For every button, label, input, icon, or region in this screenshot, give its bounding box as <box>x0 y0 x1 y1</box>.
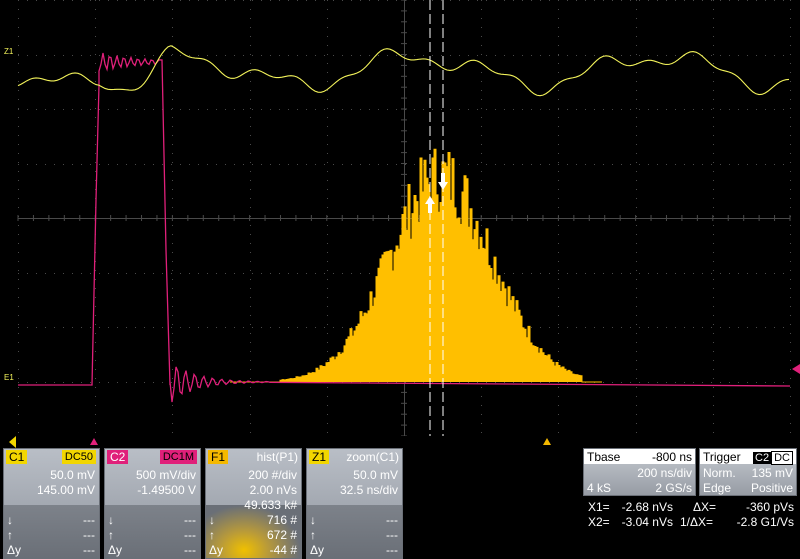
delta-x-label: ΔX= <box>693 500 717 514</box>
c1-delta-y-label: Δy <box>7 543 22 557</box>
c1-value-1: --- <box>83 513 95 527</box>
c1-tag: C1 <box>6 450 28 464</box>
trigger-type: Edge <box>703 481 732 495</box>
z1-value-1: --- <box>386 513 398 527</box>
c1-up-arrow-icon: ↑ <box>7 528 13 542</box>
cursor-readout: X1= -2.68 nVs X2= -3.04 nVs ΔX= -360 pVs… <box>583 498 797 534</box>
c1-channel-panel[interactable]: C1 DC50 50.0 mV 145.00 mV ↓ ↑ Δy --- ---… <box>3 448 100 559</box>
trigger-level: 135 mV <box>751 466 793 480</box>
trigger-source: C2 <box>753 452 772 464</box>
x1-label: X1= <box>588 500 610 514</box>
trigger-mode: Norm. <box>703 466 736 480</box>
timebase-sample-rate: 2 GS/s <box>655 481 692 495</box>
c1-down-arrow-icon: ↓ <box>7 513 13 527</box>
f1-cursor-1-value: 716 # <box>266 513 297 527</box>
c2-delta-y-label: Δy <box>108 543 123 557</box>
timebase-samples: 4 kS <box>587 481 612 495</box>
c2-coupling: DC1M <box>159 450 197 464</box>
c1-value-2: --- <box>83 528 95 542</box>
e1-trace-marker: E1 <box>4 373 14 382</box>
delta-x-value: -360 pVs <box>745 500 794 514</box>
c1-value-3: --- <box>83 543 95 557</box>
f1-delta-value: -44 # <box>269 543 297 557</box>
z1-down-arrow-icon: ↓ <box>310 513 316 527</box>
c2-up-arrow-icon: ↑ <box>108 528 114 542</box>
c2-value-3: --- <box>184 543 196 557</box>
c2-value-1: --- <box>184 513 196 527</box>
z1-up-arrow-icon: ↑ <box>310 528 316 542</box>
timebase-header: Tbase -800 ns <box>584 449 695 464</box>
f1-tag: F1 <box>208 450 229 464</box>
z1-value-3: --- <box>386 543 398 557</box>
inverse-delta-x-value: -2.8 G1/Vs <box>736 515 794 529</box>
z1-measure-area: ↓ ↑ Δy --- --- --- <box>307 505 402 558</box>
z1-function: zoom(C1) <box>346 450 399 464</box>
x2-value: -3.04 nVs <box>621 515 673 529</box>
trigger-panel[interactable]: Trigger C2 DC Norm. 135 mV Edge Positive <box>699 448 797 496</box>
c1-coupling: DC50 <box>61 450 96 464</box>
inverse-delta-x-label: 1/ΔX= <box>680 515 714 529</box>
c2-offset: -1.49500 V <box>137 483 196 497</box>
timebase-rate: 200 ns/div <box>637 466 692 480</box>
f1-measure-area: ↓ ↑ Δy 716 # 672 # -44 # <box>206 505 301 558</box>
c2-down-arrow-icon: ↓ <box>108 513 114 527</box>
c1-measure-area: ↓ ↑ Δy --- --- --- <box>4 505 99 558</box>
c2-value-2: --- <box>184 528 196 542</box>
z1-tag: Z1 <box>309 450 330 464</box>
c2-scale: 500 mV/div <box>135 468 196 482</box>
trigger-slope: Positive <box>750 481 793 495</box>
trigger-label: Trigger <box>703 450 741 464</box>
f1-horizontal-scale: 2.00 nVs <box>249 483 297 497</box>
timebase-label: Tbase <box>587 450 621 464</box>
waveform-display[interactable]: Z1 E1 <box>0 0 800 436</box>
f1-cursor-2-value: 672 # <box>266 528 297 542</box>
f1-vertical-scale: 200 #/div <box>248 468 297 482</box>
z1-vertical-scale: 50.0 mV <box>353 468 398 482</box>
c2-measure-area: ↓ ↑ Δy --- --- --- <box>105 505 200 558</box>
timebase-delay: -800 ns <box>651 450 692 464</box>
trigger-coupling: DC <box>771 451 793 465</box>
z1-horizontal-scale: 32.5 ns/div <box>339 483 398 497</box>
f1-total-count: 49.633 k# <box>244 498 297 512</box>
f1-function: hist(P1) <box>256 450 298 464</box>
z1-trace-marker: Z1 <box>4 47 14 56</box>
f1-up-arrow-icon: ↑ <box>209 528 215 542</box>
x1-value: -2.68 nVs <box>621 500 673 514</box>
c1-offset: 145.00 mV <box>36 483 95 497</box>
z1-zoom-panel[interactable]: Z1 zoom(C1) 50.0 mV 32.5 ns/div ↓ ↑ Δy -… <box>306 448 403 559</box>
z1-delta-y-label: Δy <box>310 543 325 557</box>
x2-label: X2= <box>588 515 610 529</box>
z1-value-2: --- <box>386 528 398 542</box>
c1-scale: 50.0 mV <box>50 468 95 482</box>
f1-down-arrow-icon: ↓ <box>209 513 215 527</box>
trigger-source-badges: C2 DC <box>753 450 793 465</box>
f1-delta-y-label: Δy <box>209 543 224 557</box>
f1-math-panel[interactable]: F1 hist(P1) 200 #/div 2.00 nVs 49.633 k#… <box>205 448 302 559</box>
trigger-header: Trigger C2 DC <box>700 449 796 465</box>
timebase-panel[interactable]: Tbase -800 ns 200 ns/div 4 kS 2 GS/s <box>583 448 696 496</box>
c2-tag: C2 <box>107 450 129 464</box>
marker-strip <box>0 436 800 448</box>
c2-channel-panel[interactable]: C2 DC1M 500 mV/div -1.49500 V ↓ ↑ Δy ---… <box>104 448 201 559</box>
